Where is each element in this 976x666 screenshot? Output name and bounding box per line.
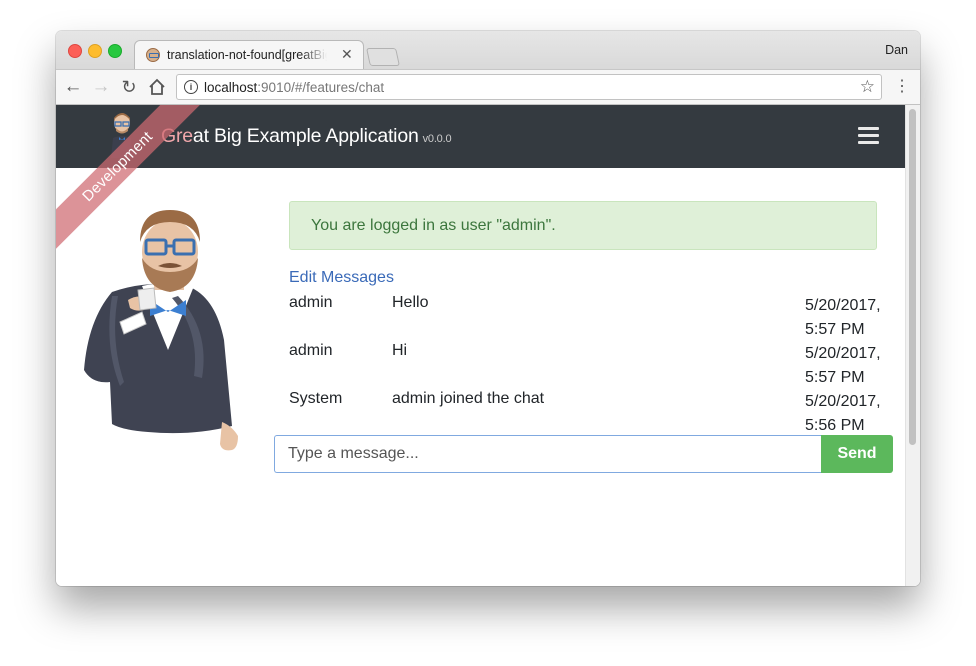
favicon-icon <box>146 48 160 62</box>
mascot-illustration <box>84 210 238 451</box>
reload-icon[interactable]: ↻ <box>118 76 140 98</box>
message-text: admin joined the chat <box>392 390 545 407</box>
forward-icon[interactable]: → <box>90 76 112 98</box>
message-text: Hi <box>392 342 408 359</box>
chat-message-row: admin Hello 5/20/2017, 5:57 PM <box>289 294 889 342</box>
message-time: 5/20/2017, 5:57 PM <box>805 345 881 386</box>
message-text: Hello <box>392 294 429 311</box>
brand-version: v0.0.0 <box>422 133 452 145</box>
browser-window: translation-not-found[greatBigExampleApp… <box>56 31 920 586</box>
message-input[interactable] <box>274 435 822 473</box>
message-user: System <box>289 390 343 407</box>
login-alert: You are logged in as user "admin". <box>289 201 877 250</box>
chat-message-row: System admin joined the chat 5/20/2017, … <box>289 390 889 438</box>
chat-message-row: admin Hi 5/20/2017, 5:57 PM <box>289 342 889 390</box>
minimize-window-button[interactable] <box>88 44 102 58</box>
message-user: admin <box>289 294 333 311</box>
hamburger-menu-icon[interactable] <box>858 127 879 144</box>
new-tab-button[interactable] <box>366 48 400 66</box>
edit-messages-link[interactable]: Edit Messages <box>289 269 394 287</box>
page-viewport: Great Big Example Application v0.0.0 Deve… <box>56 105 920 586</box>
zoom-window-button[interactable] <box>108 44 122 58</box>
brand-title-text: Great Big Example Application <box>161 125 419 147</box>
message-composer: Send <box>274 435 893 473</box>
browser-tab[interactable]: translation-not-found[greatBigExampleApp… <box>134 40 364 70</box>
back-icon[interactable]: ← <box>62 76 84 98</box>
url-path: :9010/#/features/chat <box>257 80 385 95</box>
info-icon[interactable]: i <box>184 80 198 94</box>
profile-name[interactable]: Dan <box>885 43 908 57</box>
scrollbar-thumb[interactable] <box>909 109 916 445</box>
browser-toolbar: ← → ↻ i localhost:9010/#/features/chat ☆… <box>56 69 920 105</box>
tab-strip: translation-not-found[greatBigExampleApp… <box>56 31 920 70</box>
tab-title: translation-not-found[greatBigExampleApp… <box>167 48 327 62</box>
vertical-dots-icon[interactable]: ⋮ <box>894 76 910 98</box>
message-time: 5/20/2017, 5:57 PM <box>805 297 881 338</box>
send-button[interactable]: Send <box>821 435 893 473</box>
star-icon[interactable]: ☆ <box>860 77 875 97</box>
address-bar[interactable]: i localhost:9010/#/features/chat ☆ <box>176 74 882 100</box>
message-user: admin <box>289 342 333 359</box>
url-host: localhost <box>204 80 258 95</box>
close-window-button[interactable] <box>68 44 82 58</box>
message-time: 5/20/2017, 5:56 PM <box>805 393 881 434</box>
close-tab-icon[interactable]: ✕ <box>341 46 353 63</box>
home-icon[interactable] <box>146 76 168 98</box>
page-scrollbar[interactable] <box>905 105 920 586</box>
url-text[interactable]: localhost:9010/#/features/chat <box>204 80 384 95</box>
brand-title[interactable]: Great Big Example Application v0.0.0 <box>161 125 452 148</box>
